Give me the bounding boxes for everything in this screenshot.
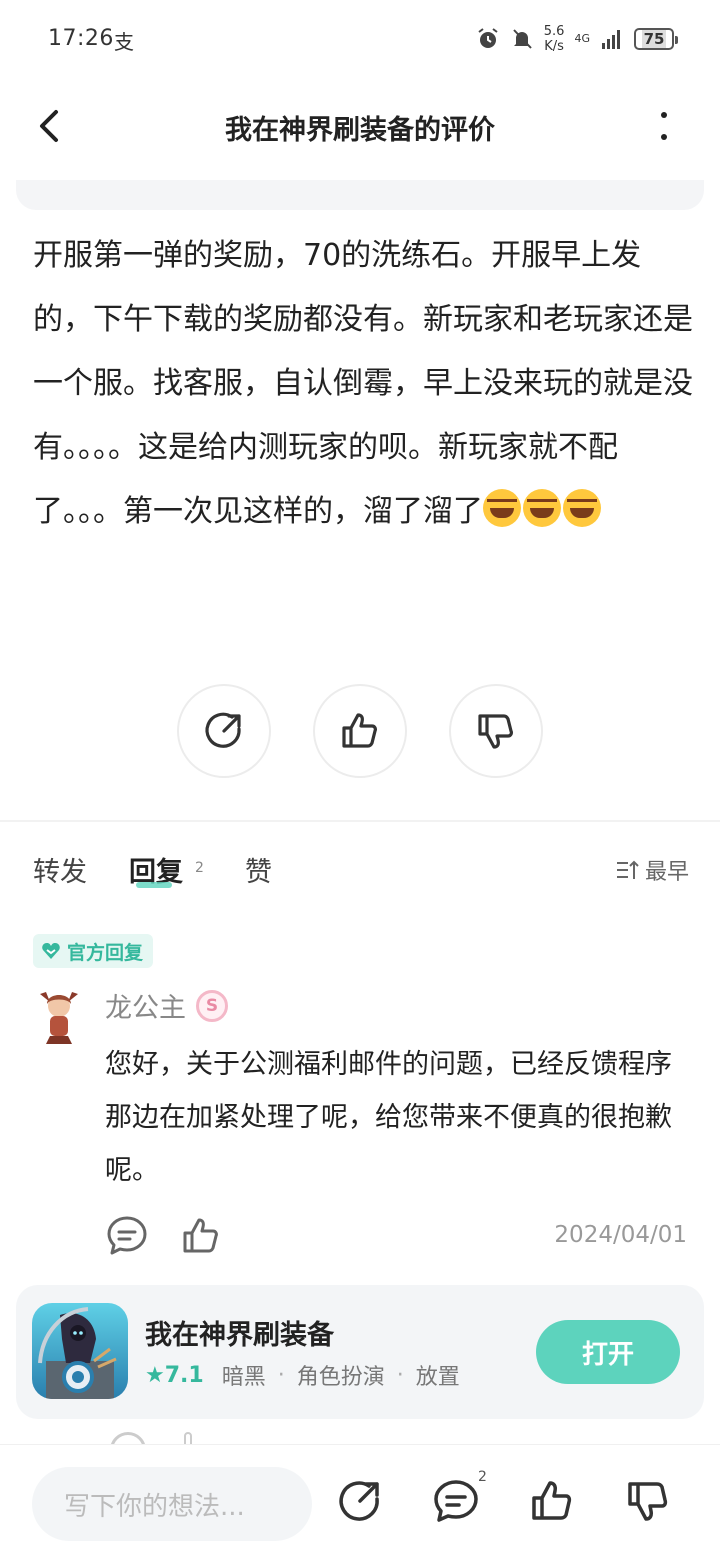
review-content: 开服第一弹的奖励，70的洗练石。开服早上发的，下午下载的奖励都没有。新玩家和老玩… <box>33 224 693 544</box>
laughing-tears-emoji-icon <box>563 489 601 527</box>
sort-icon <box>616 860 639 879</box>
signal-icon <box>602 30 620 49</box>
previous-card-edge <box>16 180 704 210</box>
network-speed: 5.6 K/s <box>543 24 565 54</box>
comment-placeholder: 写下你的想法... <box>64 1491 245 1522</box>
alipay-icon: 支 <box>114 30 134 54</box>
thumbs-up-icon[interactable] <box>528 1477 576 1525</box>
share-button[interactable] <box>177 684 271 778</box>
page-title: 我在神界刷装备的评价 <box>225 115 495 146</box>
laughing-tears-emoji-icon <box>523 489 561 527</box>
official-heart-icon <box>42 943 60 959</box>
active-tab-indicator <box>136 882 172 888</box>
comment-count: 2 <box>478 1469 487 1485</box>
status-bar: 17:26 支 5.6 K/s 4G 75 <box>0 0 720 80</box>
reply-count: 2 <box>195 860 204 876</box>
reply-username: 龙公主 <box>105 993 186 1024</box>
app-name: 我在神界刷装备 <box>145 1320 334 1351</box>
comment-icon[interactable] <box>432 1477 480 1525</box>
reply-like-icon[interactable] <box>179 1214 223 1258</box>
battery-icon: 75 <box>634 28 678 50</box>
like-button[interactable] <box>313 684 407 778</box>
tab-like[interactable]: 赞 <box>245 850 272 889</box>
reply-comment-icon[interactable] <box>105 1214 149 1258</box>
app-header: 我在神界刷装备的评价 <box>0 80 720 180</box>
mute-bell-icon <box>513 29 532 49</box>
review-text: 开服第一弹的奖励，70的洗练石。开服早上发的，下午下载的奖励都没有。新玩家和老玩… <box>33 238 693 529</box>
section-divider <box>0 820 720 822</box>
next-item-peek <box>100 1432 220 1444</box>
thumbs-up-icon <box>342 713 377 748</box>
review-actions <box>0 684 720 778</box>
dislike-button[interactable] <box>449 684 543 778</box>
sort-button[interactable]: 最早 <box>615 854 689 886</box>
thumbs-down-icon[interactable] <box>624 1477 672 1525</box>
alarm-icon <box>478 28 498 48</box>
comment-input[interactable]: 写下你的想法... <box>32 1467 312 1541</box>
reply-author[interactable]: 龙公主 S <box>105 986 228 1025</box>
reply-actions <box>105 1214 223 1258</box>
status-time: 17:26 <box>48 26 114 51</box>
user-level-badge-icon: S <box>196 989 228 1022</box>
thumbs-down-icon <box>478 714 513 749</box>
open-app-button[interactable]: 打开 <box>536 1320 680 1384</box>
reply-date: 2024/04/01 <box>554 1222 687 1248</box>
share-icon[interactable] <box>336 1477 384 1525</box>
sort-label: 最早 <box>644 860 689 885</box>
bottom-action-bar: 写下你的想法... 2 <box>0 1444 720 1560</box>
share-icon <box>205 712 241 748</box>
more-options-icon[interactable] <box>652 108 676 144</box>
app-tag: 放置 <box>415 1365 460 1390</box>
app-meta: ★7.1 暗黑 · 角色扮演 · 放置 <box>145 1359 460 1391</box>
official-badge-label: 官方回复 <box>67 941 144 964</box>
interaction-tabs: 转发 回复 2 赞 最早 <box>33 850 689 900</box>
app-icon <box>32 1303 128 1399</box>
laughing-tears-emoji-icon <box>483 489 521 527</box>
app-rating: ★7.1 <box>145 1362 204 1388</box>
reply-text: 您好，关于公测福利邮件的问题，已经反馈程序那边在加紧处理了呢，给您带来不便真的很… <box>105 1049 672 1186</box>
network-type: 4G <box>574 32 590 45</box>
app-card[interactable]: 我在神界刷装备 ★7.1 暗黑 · 角色扮演 · 放置 打开 <box>16 1285 704 1419</box>
app-tag: 角色扮演 <box>296 1365 385 1390</box>
official-reply-badge: 官方回复 <box>33 934 154 968</box>
tab-forward[interactable]: 转发 <box>33 850 87 889</box>
app-tag: 暗黑 <box>221 1365 266 1390</box>
avatar[interactable] <box>36 988 82 1044</box>
